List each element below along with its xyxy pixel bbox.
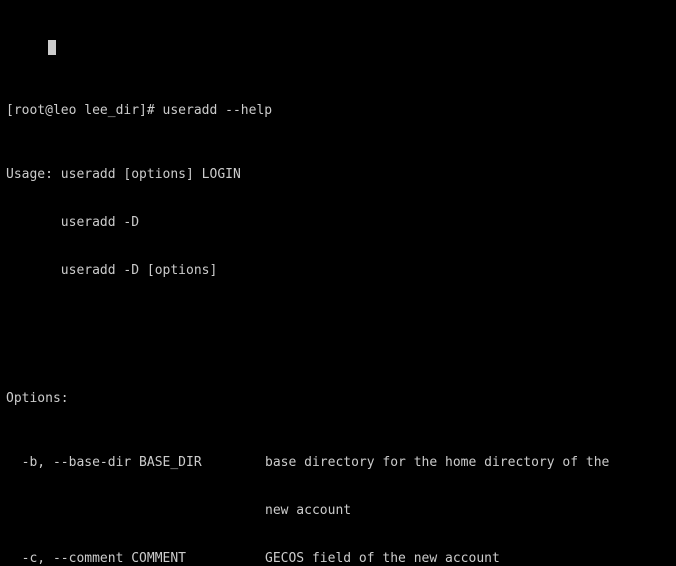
terminal-screen: [root@leo lee_dir]# useradd --help Usage… bbox=[0, 0, 676, 566]
option-description: GECOS field of the new account bbox=[265, 551, 500, 566]
terminal-window[interactable]: [root@leo lee_dir]# useradd --help Usage… bbox=[0, 0, 676, 566]
usage-line-3: useradd -D [options] bbox=[6, 263, 218, 278]
usage-line-2: useradd -D bbox=[6, 215, 140, 230]
shell-prompt-line: [root@leo lee_dir]# useradd --help bbox=[6, 103, 273, 118]
option-description: base directory for the home directory of… bbox=[265, 455, 610, 470]
usage-line-1: Usage: useradd [options] LOGIN bbox=[6, 167, 241, 182]
text-cursor bbox=[48, 40, 56, 55]
option-row: new account bbox=[0, 503, 676, 519]
options-header: Options: bbox=[6, 391, 69, 406]
option-row: -b, --base-dir BASE_DIR base directory fo… bbox=[0, 455, 676, 471]
option-row: -c, --comment COMMENT GECOS field of the … bbox=[0, 551, 676, 566]
scrollback-cursor-row bbox=[0, 39, 676, 55]
option-flag: -c, --comment COMMENT bbox=[6, 551, 187, 566]
option-flag: -b, --base-dir BASE_DIR bbox=[6, 455, 202, 470]
option-description: new account bbox=[265, 503, 352, 518]
